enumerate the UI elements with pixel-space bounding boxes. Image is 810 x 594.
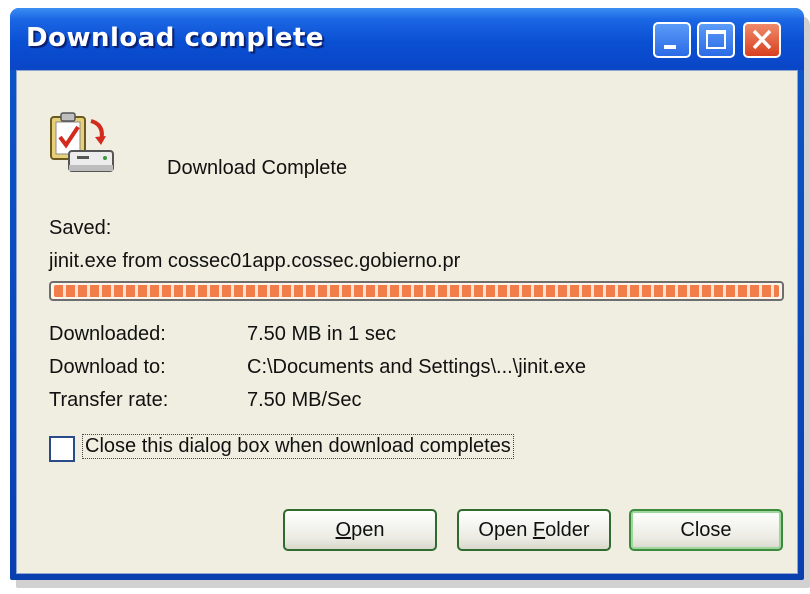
detail-label-download-to: Download to: [49,356,166,378]
close-when-complete-checkbox[interactable] [49,436,75,462]
window-title: Download complete [26,23,325,53]
close-window-button[interactable] [743,22,781,58]
minimize-button[interactable] [653,22,691,58]
dialog-body: Download Complete Saved: jinit.exe from … [16,70,798,574]
detail-value-downloaded: 7.50 MB in 1 sec [247,323,396,345]
open-folder-label-pre: Open [478,519,533,541]
open-button-label-post: pen [351,519,385,541]
title-bar[interactable]: Download complete [10,8,804,70]
progress-fill [54,285,779,297]
open-folder-button[interactable]: Open Folder [457,509,611,551]
saved-label: Saved: [49,217,112,239]
detail-label-downloaded: Downloaded: [49,323,166,345]
saved-file: jinit.exe from cossec01app.cossec.gobier… [49,250,461,272]
open-button[interactable]: Open [283,509,437,551]
minimize-icon [664,45,676,49]
download-complete-icon [47,111,119,188]
detail-value-download-to: C:\Documents and Settings\...\jinit.exe [247,356,587,378]
download-dialog: Download complete Download Complete Save… [10,8,804,580]
detail-label-transfer-rate: Transfer rate: [49,389,169,411]
open-folder-label-post: older [545,519,590,541]
open-button-accel: O [335,519,352,541]
close-when-complete-label[interactable]: Close this dialog box when download comp… [82,434,514,459]
open-folder-accel: F [532,519,546,541]
detail-value-transfer-rate: 7.50 MB/Sec [247,389,362,411]
close-icon [752,29,772,50]
close-button[interactable]: Close [629,509,783,551]
maximize-icon [706,30,726,49]
dialog-heading: Download Complete [167,157,348,179]
download-progress-bar [49,281,784,301]
maximize-button[interactable] [697,22,735,58]
